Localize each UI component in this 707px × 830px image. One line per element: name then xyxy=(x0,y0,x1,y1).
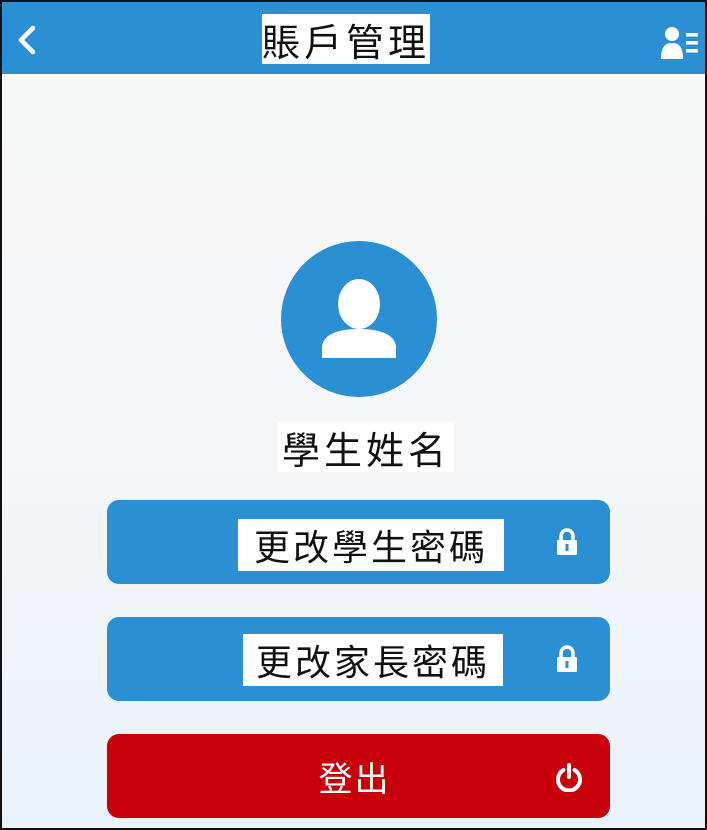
logout-button[interactable]: 登出 xyxy=(107,734,610,818)
app-screen: 賬戶管理 學生姓名 更改學生密碼 更改家長密碼 登出 xyxy=(0,0,707,830)
logout-label: 登出 xyxy=(318,759,391,800)
user-list-icon xyxy=(661,27,698,59)
back-button[interactable] xyxy=(14,24,42,56)
page-title: 賬戶管理 xyxy=(262,14,430,65)
avatar xyxy=(281,241,437,397)
change-student-password-label: 更改學生密碼 xyxy=(238,519,504,571)
chevron-left-icon xyxy=(18,25,36,55)
header-bar: 賬戶管理 xyxy=(2,2,705,74)
user-list-button[interactable] xyxy=(660,26,702,60)
lock-icon xyxy=(557,645,577,672)
student-name: 學生姓名 xyxy=(278,422,454,473)
power-icon xyxy=(556,763,582,792)
change-parent-password-button[interactable]: 更改家長密碼 xyxy=(107,617,610,701)
lock-icon xyxy=(557,528,577,555)
change-parent-password-label: 更改家長密碼 xyxy=(243,634,503,686)
change-student-password-button[interactable]: 更改學生密碼 xyxy=(107,500,610,584)
user-avatar-icon xyxy=(322,279,396,358)
